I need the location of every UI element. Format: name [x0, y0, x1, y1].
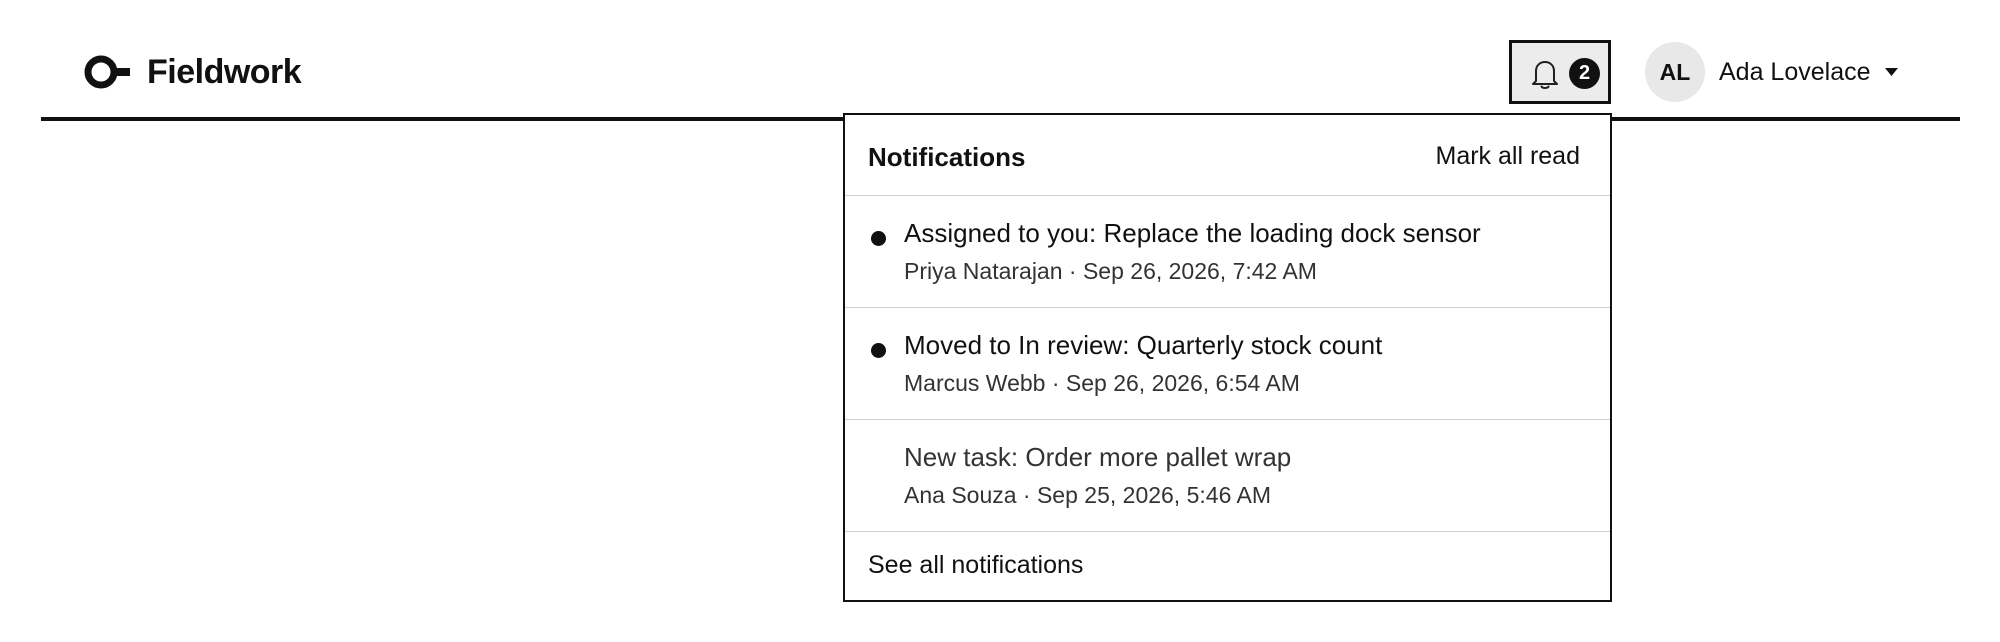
notifications-dropdown: Notifications Mark all read Assigned to … — [843, 113, 1612, 602]
mark-all-read-button[interactable]: Mark all read — [1436, 141, 1581, 171]
app-logo[interactable]: Fieldwork — [83, 52, 302, 92]
logo-mark-icon — [84, 55, 130, 89]
top-bar: Fieldwork 2 AL Ada Lovelace — [41, 0, 1960, 121]
app-name: Fieldwork — [147, 53, 302, 91]
notification-title: New task: Order more pallet wrap — [904, 442, 1292, 472]
notification-title: Assigned to you: Replace the loading doc… — [904, 218, 1481, 248]
notification-item[interactable]: Moved to In review: Quarterly stock coun… — [845, 308, 1610, 420]
notifications-title: Notifications — [868, 142, 1026, 172]
unread-dot-icon — [871, 231, 886, 246]
notification-meta: Marcus Webb · Sep 26, 2026, 6:54 AM — [904, 370, 1300, 396]
bell-icon — [1532, 61, 1558, 89]
notification-item[interactable]: Assigned to you: Replace the loading doc… — [845, 196, 1610, 308]
notification-item[interactable]: New task: Order more pallet wrap Ana Sou… — [845, 420, 1610, 532]
user-menu-toggle[interactable]: AL Ada Lovelace — [1645, 40, 1898, 104]
notification-meta: Priya Natarajan · Sep 26, 2026, 7:42 AM — [904, 258, 1317, 284]
notification-meta: Ana Souza · Sep 25, 2026, 5:46 AM — [904, 482, 1271, 508]
unread-dot-icon — [871, 343, 886, 358]
notifications-header: Notifications Mark all read — [845, 115, 1610, 196]
user-name: Ada Lovelace — [1719, 58, 1871, 86]
notification-title: Moved to In review: Quarterly stock coun… — [904, 330, 1383, 360]
user-avatar: AL — [1645, 42, 1705, 102]
caret-down-icon — [1884, 68, 1898, 76]
notification-count-badge: 2 — [1569, 58, 1600, 89]
notifications-button[interactable]: 2 — [1509, 40, 1611, 104]
see-all-notifications-link[interactable]: See all notifications — [868, 550, 1083, 580]
